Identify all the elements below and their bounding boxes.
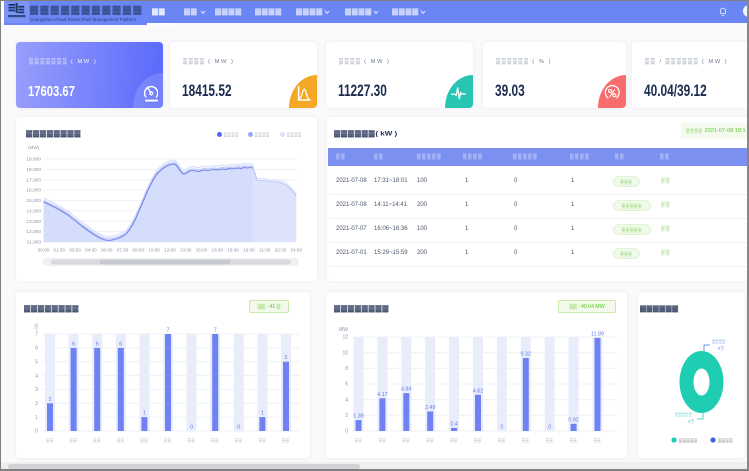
svg-text:04:30: 04:30 [85,248,97,253]
svg-text:▒▒: ▒▒ [403,438,411,443]
svg-text:▒▒: ▒▒ [450,438,458,443]
svg-text:13,000: 13,000 [26,219,41,225]
svg-text:2: 2 [345,413,348,419]
svg-text:12: 12 [342,335,348,341]
svg-text:3▒: 3▒ [688,419,694,424]
svg-text:3: 3 [35,387,38,393]
svg-text:▒▒: ▒▒ [141,438,149,443]
svg-text:5: 5 [35,359,38,365]
svg-text:0: 0 [548,425,551,431]
svg-text:10: 10 [342,350,348,356]
svg-text:18,000: 18,000 [26,167,41,173]
svg-text:▒▒: ▒▒ [235,438,243,443]
svg-text:5: 5 [285,355,288,361]
svg-text:▒▒: ▒▒ [46,438,54,443]
svg-text:4.17: 4.17 [377,392,388,398]
svg-text:▒▒▒▒: ▒▒▒▒ [718,438,733,443]
svg-text:0.4: 0.4 [450,421,458,427]
svg-text:09:00: 09:00 [133,248,145,253]
svg-text:1: 1 [143,411,146,417]
svg-text:▒▒: ▒▒ [282,438,290,443]
svg-text:▒▒: ▒▒ [93,438,101,443]
svg-text:6: 6 [119,341,122,347]
svg-text:▒▒: ▒▒ [164,438,172,443]
svg-text:19,000: 19,000 [26,157,41,163]
svg-text:00:00: 00:00 [38,248,50,253]
svg-text:6: 6 [345,382,348,388]
svg-text:24:00: 24:00 [291,248,303,253]
svg-text:▒▒: ▒▒ [546,438,554,443]
svg-text:07:30: 07:30 [117,248,129,253]
svg-text:1.39: 1.39 [353,414,364,420]
svg-text:▒: ▒ [34,323,38,330]
svg-text:2: 2 [49,397,52,403]
svg-text:0: 0 [345,429,348,435]
svg-text:17,000: 17,000 [26,177,41,183]
svg-text:▒▒: ▒▒ [594,438,602,443]
svg-text:▒▒▒▒: ▒▒▒▒ [712,339,726,344]
svg-text:0: 0 [237,425,240,431]
svg-text:▒▒: ▒▒ [379,438,387,443]
svg-text:▒▒▒▒▒: ▒▒▒▒▒ [675,412,692,417]
svg-text:1: 1 [35,415,38,421]
svg-text:▒▒: ▒▒ [211,438,219,443]
svg-text:1: 1 [261,411,264,417]
svg-text:4: 4 [345,397,348,403]
svg-text:MW: MW [339,327,348,333]
svg-text:▒▒: ▒▒ [259,438,267,443]
svg-text:12,000: 12,000 [26,229,41,235]
svg-text:12:00: 12:00 [164,248,176,253]
svg-text:14,000: 14,000 [26,209,41,215]
svg-text:0: 0 [190,425,193,431]
svg-text:▒▒▒▒▒: ▒▒▒▒▒ [679,438,698,443]
svg-text:2: 2 [35,401,38,407]
svg-text:▒▒: ▒▒ [426,438,434,443]
svg-text:15:00: 15:00 [196,248,208,253]
svg-text:13:30: 13:30 [180,248,192,253]
svg-text:19:30: 19:30 [243,248,255,253]
svg-text:18:00: 18:00 [227,248,239,253]
svg-text:4.62: 4.62 [473,388,484,394]
svg-text:0▒: 0▒ [718,346,724,351]
svg-text:15,000: 15,000 [26,198,41,204]
svg-text:6: 6 [35,346,38,352]
svg-text:▒▒: ▒▒ [355,438,363,443]
svg-text:0.92: 0.92 [568,417,579,423]
svg-text:01:30: 01:30 [54,248,66,253]
svg-text:▒▒: ▒▒ [188,438,196,443]
svg-text:4: 4 [35,373,38,379]
svg-text:9.32: 9.32 [521,352,532,358]
svg-text:4.84: 4.84 [401,387,412,393]
svg-text:▒▒: ▒▒ [570,438,578,443]
svg-text:6: 6 [72,341,75,347]
svg-text:8: 8 [345,366,348,372]
svg-text:▒▒: ▒▒ [498,438,506,443]
svg-text:0: 0 [500,425,503,431]
svg-text:06:00: 06:00 [101,248,113,253]
svg-text:16:30: 16:30 [212,248,224,253]
svg-text:03:00: 03:00 [69,248,81,253]
svg-text:▒▒: ▒▒ [522,438,530,443]
svg-text:22:30: 22:30 [275,248,287,253]
svg-text:▒▒: ▒▒ [117,438,125,443]
svg-text:7: 7 [167,328,170,334]
svg-text:▒▒: ▒▒ [70,438,78,443]
svg-text:10:30: 10:30 [148,248,160,253]
svg-text:7: 7 [35,332,38,338]
svg-text:▒▒: ▒▒ [474,438,482,443]
svg-text:7: 7 [214,328,217,334]
svg-text:16,000: 16,000 [26,188,41,194]
svg-text:21:00: 21:00 [259,248,271,253]
svg-text:2.49: 2.49 [425,405,436,411]
svg-text:0: 0 [35,429,38,435]
svg-text:11.89: 11.89 [591,331,604,337]
svg-text:6: 6 [96,341,99,347]
svg-text:11,000: 11,000 [27,240,42,246]
